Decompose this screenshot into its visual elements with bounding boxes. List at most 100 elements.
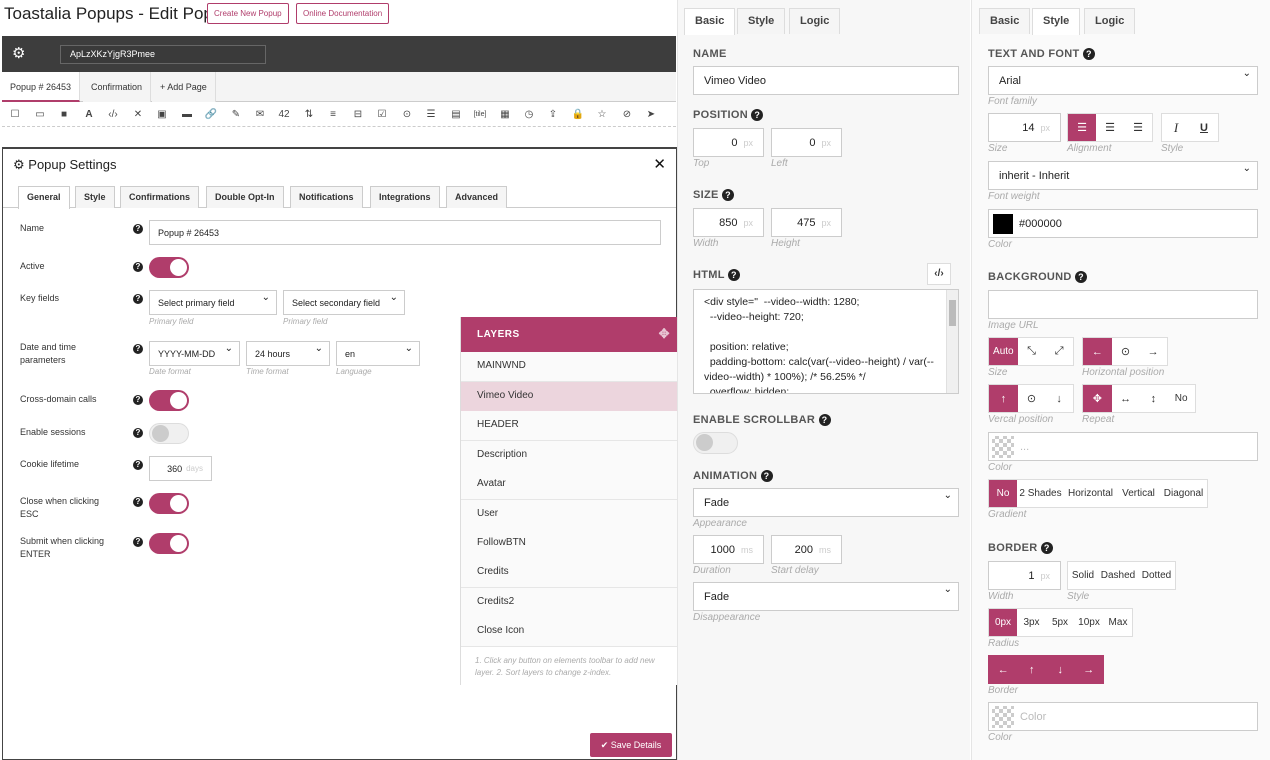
help-icon[interactable]: ? — [133, 428, 143, 438]
help-icon[interactable]: ? — [818, 414, 831, 426]
time-format-select[interactable]: 24 hours — [246, 341, 330, 366]
help-icon[interactable]: ? — [1040, 542, 1053, 554]
lock-icon[interactable]: 🔒 — [569, 107, 587, 123]
tab-style[interactable]: Style — [75, 186, 115, 208]
tab-logic[interactable]: Logic — [789, 8, 841, 34]
help-icon[interactable]: ? — [751, 109, 764, 121]
page-tab-confirmation[interactable]: Confirmation — [83, 72, 152, 102]
gradient-horizontal[interactable]: Horizontal — [1064, 480, 1117, 507]
textarea-icon[interactable]: ≡ — [324, 107, 342, 123]
tab-general[interactable]: General — [18, 186, 70, 209]
help-icon[interactable]: ? — [1075, 271, 1088, 283]
help-icon[interactable]: ? — [133, 262, 143, 272]
duration-input[interactable]: 1000 ms — [693, 535, 764, 564]
image-url-input[interactable] — [988, 290, 1258, 319]
help-icon[interactable]: ? — [133, 460, 143, 470]
language-select[interactable]: en — [336, 341, 420, 366]
arrow-left-icon[interactable]: ← — [989, 656, 1018, 683]
help-icon[interactable]: ? — [133, 224, 143, 234]
star-icon[interactable]: ☆ — [593, 107, 611, 123]
tab-confirmations[interactable]: Confirmations — [120, 186, 200, 208]
radius-0px[interactable]: 0px — [989, 609, 1017, 636]
repeat-no[interactable]: No — [1167, 385, 1195, 412]
html-code-editor[interactable]: <div style=" --video--width: 1280; --vid… — [693, 289, 959, 394]
radius-max[interactable]: Max — [1104, 609, 1132, 636]
scrollbar-toggle[interactable] — [693, 432, 738, 454]
scrollbar[interactable] — [946, 290, 958, 393]
ruler-icon[interactable]: ▬ — [178, 107, 196, 123]
arrow-down-icon[interactable]: ↓ — [1046, 656, 1075, 683]
button-icon[interactable]: ▣ — [153, 107, 171, 123]
left-input[interactable]: 0 px — [771, 128, 842, 157]
font-size-input[interactable]: 14 px — [988, 113, 1061, 142]
arrow-left-icon[interactable]: ← — [1083, 338, 1112, 365]
list-icon[interactable]: ☰ — [422, 107, 440, 123]
font-weight-select[interactable]: inherit - Inherit — [988, 161, 1258, 190]
tab-logic[interactable]: Logic — [1084, 8, 1136, 34]
height-input[interactable]: 475 px — [771, 208, 842, 237]
upload-icon[interactable]: ⇪ — [544, 107, 562, 123]
text-color-input[interactable]: #000000 — [988, 209, 1258, 238]
sort-icon[interactable]: ⇅ — [300, 107, 318, 123]
border-color-input[interactable]: Color — [988, 702, 1258, 731]
align-center-icon[interactable]: ☰ — [1096, 114, 1124, 141]
tile-icon[interactable]: [tile] — [471, 107, 489, 123]
appearance-select[interactable]: Fade — [693, 488, 959, 517]
code-icon[interactable]: ‹/› — [104, 107, 122, 123]
layer-item[interactable]: User — [461, 500, 678, 530]
border-dashed[interactable]: Dashed — [1098, 562, 1138, 589]
tab-basic[interactable]: Basic — [684, 8, 736, 35]
help-icon[interactable]: ? — [133, 497, 143, 507]
tab-double-opt-in[interactable]: Double Opt-In — [206, 186, 284, 208]
border-solid[interactable]: Solid — [1068, 562, 1098, 589]
image-icon[interactable]: ▭ — [31, 107, 49, 123]
bg-color-input[interactable]: ... — [988, 432, 1258, 461]
gears-icon[interactable]: ⚙ — [12, 44, 25, 62]
gradient-2-shades[interactable]: 2 Shades — [1017, 480, 1064, 507]
tab-style[interactable]: Style — [737, 8, 786, 34]
vertical-arrows-icon[interactable]: ↕ — [1140, 385, 1168, 412]
clock-icon[interactable]: ◷ — [520, 107, 538, 123]
sessions-toggle[interactable] — [149, 423, 189, 444]
calendar-icon[interactable]: ▦ — [496, 107, 514, 123]
center-icon[interactable]: ⊙ — [1018, 385, 1046, 412]
popup-id-field[interactable]: ApLzXKzYjgR3Pmee — [60, 45, 266, 64]
italic-icon[interactable]: I — [1162, 114, 1190, 141]
help-icon[interactable]: ? — [722, 189, 735, 201]
enter-toggle[interactable] — [149, 533, 189, 554]
align-left-icon[interactable]: ☰ — [1068, 114, 1096, 141]
help-icon[interactable]: ? — [133, 294, 143, 304]
image-select-icon[interactable]: ▤ — [447, 107, 465, 123]
tab-basic[interactable]: Basic — [979, 8, 1031, 34]
save-details-button[interactable]: ✔ Save Details — [590, 733, 672, 757]
select-icon[interactable]: ⊟ — [349, 107, 367, 123]
radio-icon[interactable]: ⊙ — [398, 107, 416, 123]
hidden-icon[interactable]: ⊘ — [618, 107, 636, 123]
start-delay-input[interactable]: 200 ms — [771, 535, 842, 564]
layer-item[interactable]: FollowBTN — [461, 529, 678, 559]
radius-10px[interactable]: 10px — [1074, 609, 1104, 636]
video-icon[interactable]: ■ — [55, 107, 73, 123]
secondary-field-select[interactable]: Select secondary field — [283, 290, 405, 315]
tab-integrations[interactable]: Integrations — [370, 186, 440, 208]
layer-name-input[interactable]: Vimeo Video — [693, 66, 959, 95]
help-icon[interactable]: ? — [133, 395, 143, 405]
move-icon[interactable]: ✥ — [1083, 385, 1112, 412]
arrow-right-icon[interactable]: → — [1074, 656, 1103, 683]
checkbox-icon[interactable]: ☑ — [373, 107, 391, 123]
page-tab-popup[interactable]: Popup # 26453 — [2, 72, 81, 102]
layer-item[interactable]: Credits — [461, 558, 678, 588]
close-icon[interactable]: ✕ — [653, 155, 666, 173]
name-input[interactable]: Popup # 26453 — [149, 220, 661, 245]
help-icon[interactable]: ? — [727, 269, 740, 281]
date-format-select[interactable]: YYYY-MM-DD — [149, 341, 240, 366]
code-icon[interactable]: ‹/› — [927, 263, 951, 285]
active-toggle[interactable] — [149, 257, 189, 278]
create-new-popup-button[interactable]: Create New Popup — [207, 3, 289, 24]
arrow-up-icon[interactable]: ↑ — [1017, 656, 1046, 683]
layer-item[interactable]: HEADER — [461, 411, 678, 441]
help-icon[interactable]: ? — [133, 537, 143, 547]
disappearance-select[interactable]: Fade — [693, 582, 959, 611]
pencil-icon[interactable]: ✎ — [227, 107, 245, 123]
text-icon[interactable]: A — [80, 107, 98, 123]
